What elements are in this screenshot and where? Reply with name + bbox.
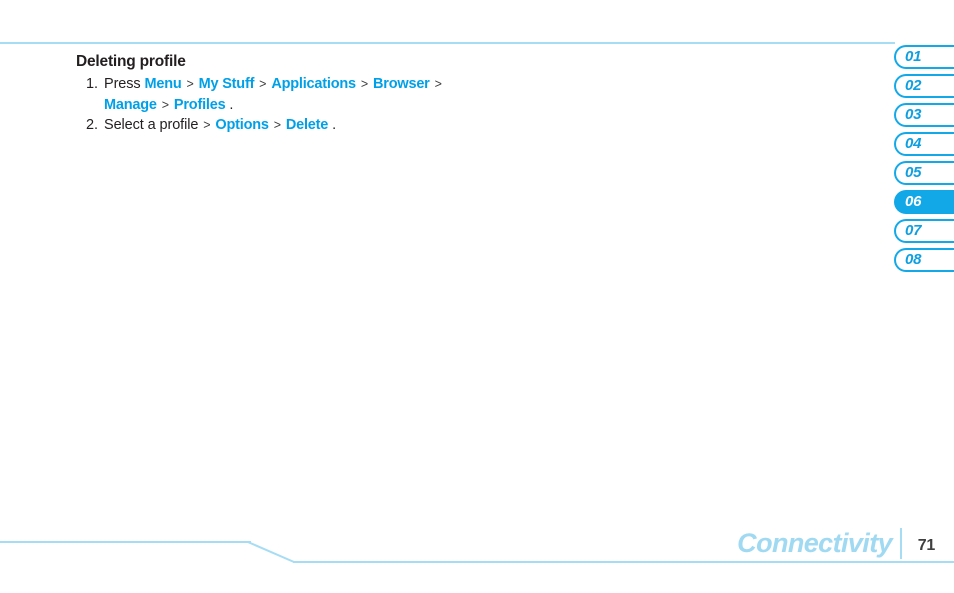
content-area: Deleting profile 1. Press Menu > My Stuff… (76, 52, 856, 136)
path-separator: > (186, 77, 194, 91)
path-separator: > (273, 118, 281, 132)
chapter-tab-01[interactable]: 01 (894, 45, 954, 69)
footer-chapter-label: Connectivity (737, 528, 892, 558)
header-rule (0, 42, 895, 44)
footer-divider (900, 528, 902, 559)
step-number: 2. (86, 117, 98, 133)
path-separator: > (203, 118, 211, 132)
chapter-tab-02[interactable]: 02 (894, 74, 954, 98)
path-separator: > (434, 77, 442, 91)
footer-rule-left (0, 541, 251, 543)
menu-keyword: Profiles (173, 96, 226, 113)
page-number: 71 (917, 537, 936, 554)
chapter-tab-06[interactable]: 06 (894, 190, 954, 214)
footer-rule-right (293, 561, 954, 563)
chapter-tab-07[interactable]: 07 (894, 219, 954, 243)
menu-keyword: Browser (373, 76, 430, 92)
static-text: . (332, 117, 337, 133)
menu-keyword: Manage (104, 96, 157, 113)
chapter-tab-strip[interactable]: 01 02 03 04 05 06 07 08 (894, 45, 954, 277)
path-separator: > (360, 77, 369, 91)
footer-rule-diagonal (248, 540, 298, 564)
step-lead-text: Select a profile (104, 117, 203, 133)
chapter-tab-03[interactable]: 03 (894, 103, 954, 127)
step-item: 2. Select a profile > Options > Delete . (76, 115, 856, 136)
step-wrapped-line: Manage > Profiles . (104, 95, 856, 116)
menu-keyword: Applications (271, 76, 356, 92)
chapter-tab-08[interactable]: 08 (894, 248, 954, 272)
steps-list: 1. Press Menu > My Stuff > Applications >… (76, 74, 856, 136)
step-item: 1. Press Menu > My Stuff > Applications >… (76, 74, 856, 115)
menu-keyword: Menu (144, 76, 182, 92)
step-number: 1. (86, 76, 98, 92)
menu-keyword: Options (215, 117, 269, 133)
menu-keyword: Delete (285, 117, 329, 133)
step-lead-text: Press (104, 76, 145, 92)
chapter-tab-04[interactable]: 04 (894, 132, 954, 156)
menu-keyword: My Stuff (198, 76, 255, 92)
path-separator: > (161, 97, 169, 112)
path-separator: > (259, 77, 267, 91)
chapter-tab-05[interactable]: 05 (894, 161, 954, 185)
page-title: Deleting profile (76, 53, 186, 70)
manual-page: Deleting profile 1. Press Menu > My Stuff… (0, 0, 954, 593)
static-text: . (229, 96, 234, 113)
